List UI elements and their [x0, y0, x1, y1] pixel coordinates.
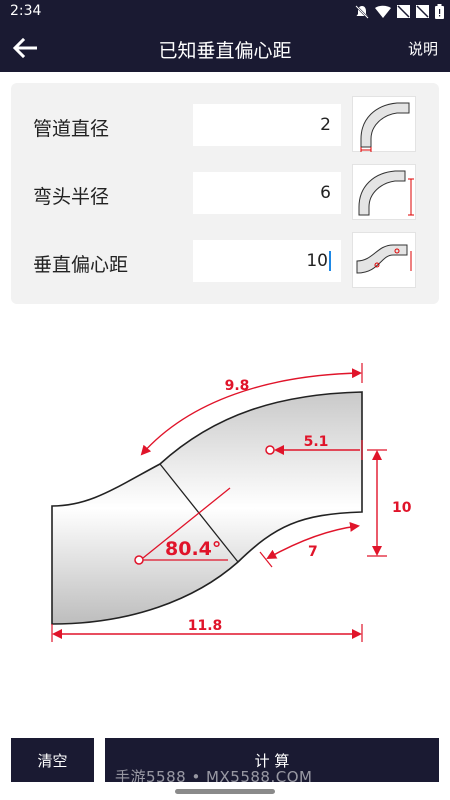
page-title: 已知垂直偏心距 — [158, 40, 292, 62]
watermark: 手游5588 • MX5588.COM — [115, 768, 313, 786]
total-length-label: 11.8 — [188, 618, 223, 634]
app-bar: 已知垂直偏心距 说明 — [0, 24, 450, 72]
center-point-lower — [134, 555, 144, 565]
gesture-nav-handle[interactable] — [175, 789, 275, 794]
elbow-radius-input[interactable]: 6 — [193, 172, 341, 214]
vertical-offset-input[interactable]: 10 — [193, 240, 341, 282]
pipe-diameter-label: 管道直径 — [33, 118, 110, 140]
pipe-body — [51, 391, 363, 625]
center-point-upper — [265, 445, 275, 455]
wifi-icon — [375, 5, 391, 18]
offset-bend-icon — [356, 244, 412, 274]
pipe-diameter-thumbnail — [352, 96, 416, 152]
signal-off-icon — [397, 5, 410, 18]
vertical-offset-thumbnail — [352, 232, 416, 288]
elbow-radius-thumbnail — [352, 164, 416, 220]
vertical-offset-value: 10 — [392, 500, 412, 516]
notifications-off-icon — [355, 4, 369, 19]
elbow-radius-label: 弯头半径 — [33, 186, 110, 208]
clear-button[interactable]: 清空 — [11, 738, 94, 782]
help-button[interactable]: 说明 — [408, 38, 438, 59]
status-icons — [355, 4, 444, 19]
pipe-diameter-input[interactable]: 2 — [193, 104, 341, 146]
battery-icon — [435, 4, 444, 19]
inner-arc-label: 7 — [308, 544, 318, 560]
vertical-offset-label: 垂直偏心距 — [33, 254, 129, 276]
outer-arc-label: 9.8 — [225, 378, 250, 394]
text-cursor — [329, 251, 331, 271]
status-bar: 2:34 — [0, 0, 450, 24]
inner-arc-tick — [259, 551, 273, 568]
status-time: 2:34 — [10, 3, 42, 19]
signal-off-icon-2 — [416, 5, 429, 18]
elbow-diameter-icon — [360, 102, 410, 152]
horizontal-offset-label: 5.1 — [304, 434, 329, 450]
input-panel: 管道直径 2 弯头半径 6 垂直偏心距 10 — [11, 83, 439, 304]
offset-elbow-diagram: 9.8 5.1 10 80.4° 7 11.8 — [51, 363, 412, 642]
angle-label: 80.4° — [165, 538, 221, 560]
elbow-radius-icon — [358, 170, 414, 216]
